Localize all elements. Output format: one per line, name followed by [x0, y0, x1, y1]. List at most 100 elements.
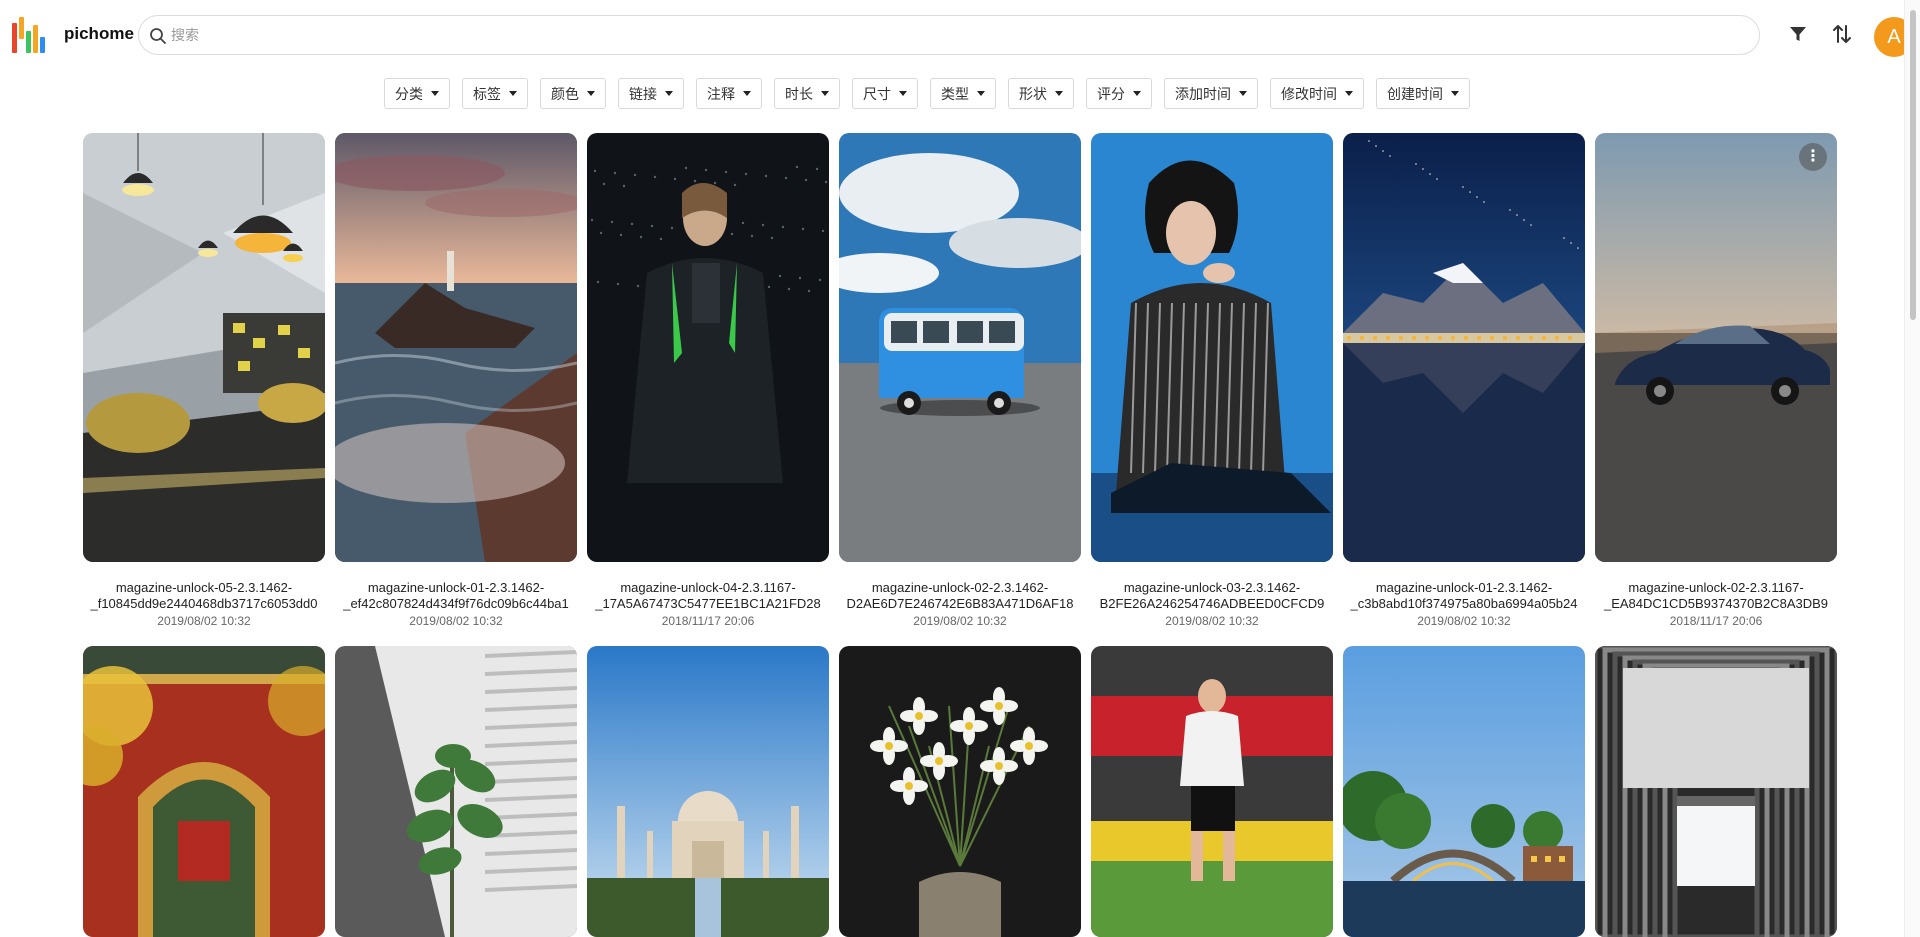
image-filename[interactable]: magazine-unlock-02-2.3.1462- D2AE6D7E2467…	[839, 580, 1081, 612]
image-card[interactable]: magazine-unlock-01-2.3.1462- _ef42c807824…	[335, 133, 577, 628]
filename-line-1: magazine-unlock-04-2.3.1167-	[620, 580, 796, 595]
filename-line-2: _17A5A67473C5477EE1BC1A21FD28	[595, 596, 821, 611]
image-date: 2019/08/02 10:32	[157, 614, 251, 628]
filter-label: 注释	[707, 85, 735, 102]
search-bar[interactable]	[138, 15, 1760, 55]
filter-dropdown[interactable]: 颜色	[540, 78, 606, 109]
image-thumbnail[interactable]	[335, 646, 577, 937]
caret-down-icon	[899, 91, 907, 96]
filter-dropdown[interactable]: 类型	[930, 78, 996, 109]
filename-line-1: magazine-unlock-03-2.3.1462-	[1123, 580, 1301, 595]
filter-label: 链接	[629, 85, 657, 102]
filename-line-2: D2AE6D7E246742E6B83A471D6AF18	[846, 596, 1074, 611]
image-thumbnail[interactable]	[1091, 646, 1333, 937]
filter-label: 添加时间	[1175, 85, 1231, 102]
caret-down-icon	[1055, 91, 1063, 96]
filename-line-2: _ef42c807824d434f9f76dc09b6c44ba1	[343, 596, 569, 611]
caret-down-icon	[587, 91, 595, 96]
filename-line-2: _c3b8abd10f374975a80ba6994a05b24	[1350, 596, 1578, 611]
image-date: 2018/11/17 20:06	[1669, 614, 1763, 628]
image-filename[interactable]: magazine-unlock-03-2.3.1462- B2FE26A24625…	[1091, 580, 1333, 612]
filter-label: 形状	[1019, 85, 1047, 102]
image-thumbnail[interactable]	[1091, 133, 1333, 562]
image-thumbnail[interactable]	[587, 646, 829, 937]
image-thumbnail[interactable]	[335, 133, 577, 562]
caret-down-icon	[1239, 91, 1247, 96]
caret-down-icon	[977, 91, 985, 96]
caret-down-icon	[1133, 91, 1141, 96]
image-thumbnail[interactable]	[1595, 646, 1837, 937]
caret-down-icon	[821, 91, 829, 96]
image-card[interactable]	[1091, 646, 1333, 937]
filter-icon	[1790, 27, 1806, 41]
search-input[interactable]	[171, 22, 1731, 48]
sort-button[interactable]	[1828, 20, 1856, 48]
filter-dropdown[interactable]: 创建时间	[1376, 78, 1470, 109]
image-filename[interactable]: magazine-unlock-01-2.3.1462- _ef42c807824…	[335, 580, 577, 612]
filter-label: 修改时间	[1281, 85, 1337, 102]
image-card[interactable]	[1343, 646, 1585, 937]
image-thumbnail[interactable]	[839, 646, 1081, 937]
filter-label: 分类	[395, 85, 423, 102]
filter-label: 尺寸	[863, 85, 891, 102]
filename-line-1: magazine-unlock-02-2.3.1167-	[1628, 580, 1804, 595]
image-thumbnail[interactable]	[1343, 646, 1585, 937]
caret-down-icon	[509, 91, 517, 96]
filter-label: 标签	[473, 85, 501, 102]
filter-dropdown[interactable]: 评分	[1086, 78, 1152, 109]
caret-down-icon	[665, 91, 673, 96]
image-card[interactable]: magazine-unlock-03-2.3.1462- B2FE26A24625…	[1091, 133, 1333, 628]
scrollbar-thumb[interactable]	[1910, 10, 1916, 320]
filter-dropdown[interactable]: 修改时间	[1270, 78, 1364, 109]
more-vertical-icon[interactable]: ⋮	[1799, 143, 1827, 171]
filter-button[interactable]	[1784, 20, 1812, 48]
caret-down-icon	[1345, 91, 1353, 96]
image-filename[interactable]: magazine-unlock-02-2.3.1167- _EA84DC1CD5B…	[1595, 580, 1837, 612]
filename-line-1: magazine-unlock-05-2.3.1462-	[115, 580, 293, 595]
image-date: 2019/08/02 10:32	[1165, 614, 1259, 628]
image-thumbnail[interactable]	[83, 133, 325, 562]
filter-dropdown[interactable]: 时长	[774, 78, 840, 109]
caret-down-icon	[743, 91, 751, 96]
filename-line-2: _EA84DC1CD5B9374370B2C8A3DB9	[1603, 596, 1829, 611]
image-card[interactable]: magazine-unlock-04-2.3.1167- _17A5A67473C…	[587, 133, 829, 628]
filter-label: 时长	[785, 85, 813, 102]
image-card[interactable]: magazine-unlock-05-2.3.1462- _f10845dd9e2…	[83, 133, 325, 628]
image-filename[interactable]: magazine-unlock-01-2.3.1462- _c3b8abd10f3…	[1343, 580, 1585, 612]
caret-down-icon	[431, 91, 439, 96]
filter-dropdown[interactable]: 标签	[462, 78, 528, 109]
filter-dropdown[interactable]: 分类	[384, 78, 450, 109]
filter-bar: 分类 标签 颜色 链接 注释 时长 尺寸 类型 形状 评分 添加时间 修改时间 创建时间	[384, 78, 1470, 109]
image-card[interactable]: ⋮ magazine-unlock-02-2.3.1167- _EA84DC1CD5…	[1595, 133, 1837, 628]
filter-dropdown[interactable]: 注释	[696, 78, 762, 109]
filename-line-1: magazine-unlock-02-2.3.1462-	[871, 580, 1049, 595]
image-thumbnail[interactable]	[1343, 133, 1585, 562]
app-header: pichome A	[0, 0, 1914, 72]
filter-dropdown[interactable]: 添加时间	[1164, 78, 1258, 109]
image-filename[interactable]: magazine-unlock-05-2.3.1462- _f10845dd9e2…	[83, 580, 325, 612]
filename-line-2: B2FE26A246254746ADBEED0CFCD9	[1099, 596, 1325, 611]
filename-line-1: magazine-unlock-01-2.3.1462-	[367, 580, 545, 595]
image-card[interactable]	[587, 646, 829, 937]
filter-label: 创建时间	[1387, 85, 1443, 102]
image-card[interactable]: magazine-unlock-01-2.3.1462- _c3b8abd10f3…	[1343, 133, 1585, 628]
filter-dropdown[interactable]: 尺寸	[852, 78, 918, 109]
filter-dropdown[interactable]: 形状	[1008, 78, 1074, 109]
caret-down-icon	[1451, 91, 1459, 96]
image-thumbnail[interactable]	[839, 133, 1081, 562]
image-card[interactable]	[83, 646, 325, 937]
image-thumbnail[interactable]: ⋮	[1595, 133, 1837, 562]
image-filename[interactable]: magazine-unlock-04-2.3.1167- _17A5A67473C…	[587, 580, 829, 612]
image-card[interactable]	[335, 646, 577, 937]
image-thumbnail[interactable]	[83, 646, 325, 937]
image-card[interactable]	[839, 646, 1081, 937]
app-logo[interactable]: pichome	[12, 17, 134, 53]
image-thumbnail[interactable]	[587, 133, 829, 562]
filename-line-1: magazine-unlock-01-2.3.1462-	[1375, 580, 1553, 595]
image-card[interactable]: magazine-unlock-02-2.3.1462- D2AE6D7E2467…	[839, 133, 1081, 628]
filename-line-2: _f10845dd9e2440468db3717c6053dd0	[90, 596, 318, 611]
logo-icon	[12, 17, 48, 53]
image-date: 2019/08/02 10:32	[913, 614, 1007, 628]
image-card[interactable]	[1595, 646, 1837, 937]
filter-dropdown[interactable]: 链接	[618, 78, 684, 109]
